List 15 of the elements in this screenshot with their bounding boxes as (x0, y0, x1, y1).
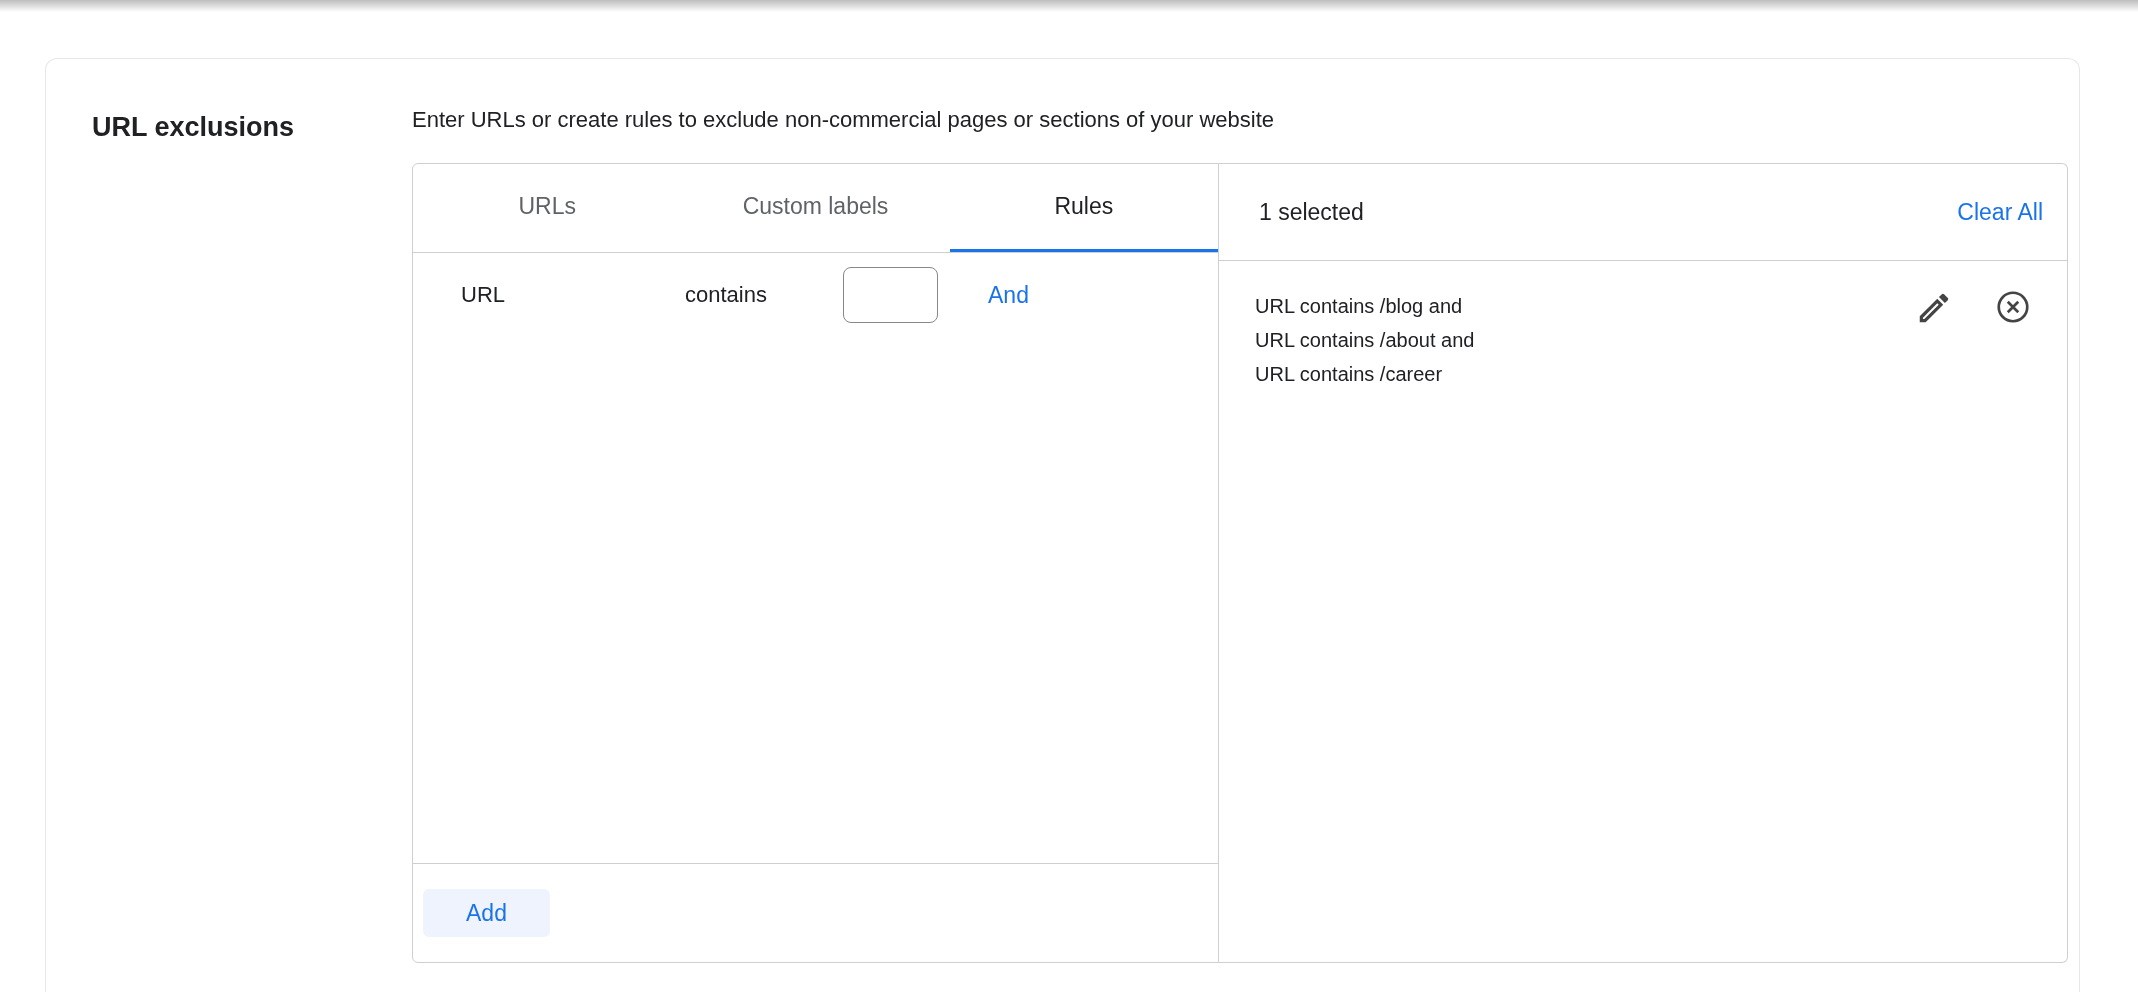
selected-count: 1 selected (1259, 198, 1364, 226)
section-description: Enter URLs or create rules to exclude non-commercial pages or sections of your website (412, 106, 1276, 134)
rule-operator-label: contains (685, 282, 768, 308)
rule-value-field[interactable] (843, 267, 938, 323)
and-link[interactable]: And (988, 281, 1029, 309)
section-title: URL exclusions (91, 111, 296, 144)
tab[interactable]: Rules (949, 164, 1218, 252)
close-circle-icon (1995, 289, 2031, 325)
rule-field-label: URL (460, 282, 506, 308)
clear-all-button[interactable]: Clear All (1957, 198, 2043, 226)
tab[interactable]: URLs (413, 164, 682, 252)
tab[interactable]: Custom labels (681, 164, 950, 252)
add-button[interactable]: Add (423, 889, 550, 937)
rule-summary: URL contains /blog and URL contains /about and URL contains /career (1255, 294, 1476, 387)
remove-button[interactable] (1995, 289, 2031, 325)
